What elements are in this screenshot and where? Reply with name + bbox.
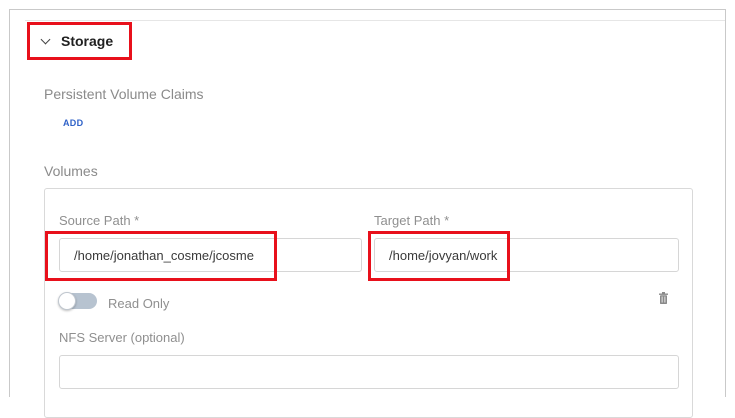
read-only-toggle[interactable]	[58, 292, 97, 310]
target-path-input[interactable]: /home/jovyan/work	[374, 238, 679, 272]
divider	[25, 20, 725, 21]
toggle-knob	[58, 292, 76, 310]
target-path-value: /home/jovyan/work	[389, 247, 498, 263]
add-pvc-button[interactable]: ADD	[63, 118, 83, 128]
volumes-label: Volumes	[44, 163, 98, 179]
storage-section-header[interactable]: Storage	[27, 22, 132, 60]
storage-title: Storage	[61, 33, 114, 49]
pvc-label: Persistent Volume Claims	[44, 86, 204, 102]
target-path-label: Target Path *	[374, 213, 450, 228]
chevron-down-icon	[40, 34, 51, 44]
nfs-server-label: NFS Server (optional)	[59, 330, 185, 345]
trash-icon[interactable]	[659, 292, 668, 304]
source-path-value: /home/jonathan_cosme/jcosme	[74, 247, 254, 263]
read-only-label: Read Only	[108, 296, 170, 311]
source-path-label: Source Path *	[59, 213, 140, 228]
source-path-input[interactable]: /home/jonathan_cosme/jcosme	[59, 238, 362, 272]
nfs-server-input[interactable]	[59, 355, 679, 389]
